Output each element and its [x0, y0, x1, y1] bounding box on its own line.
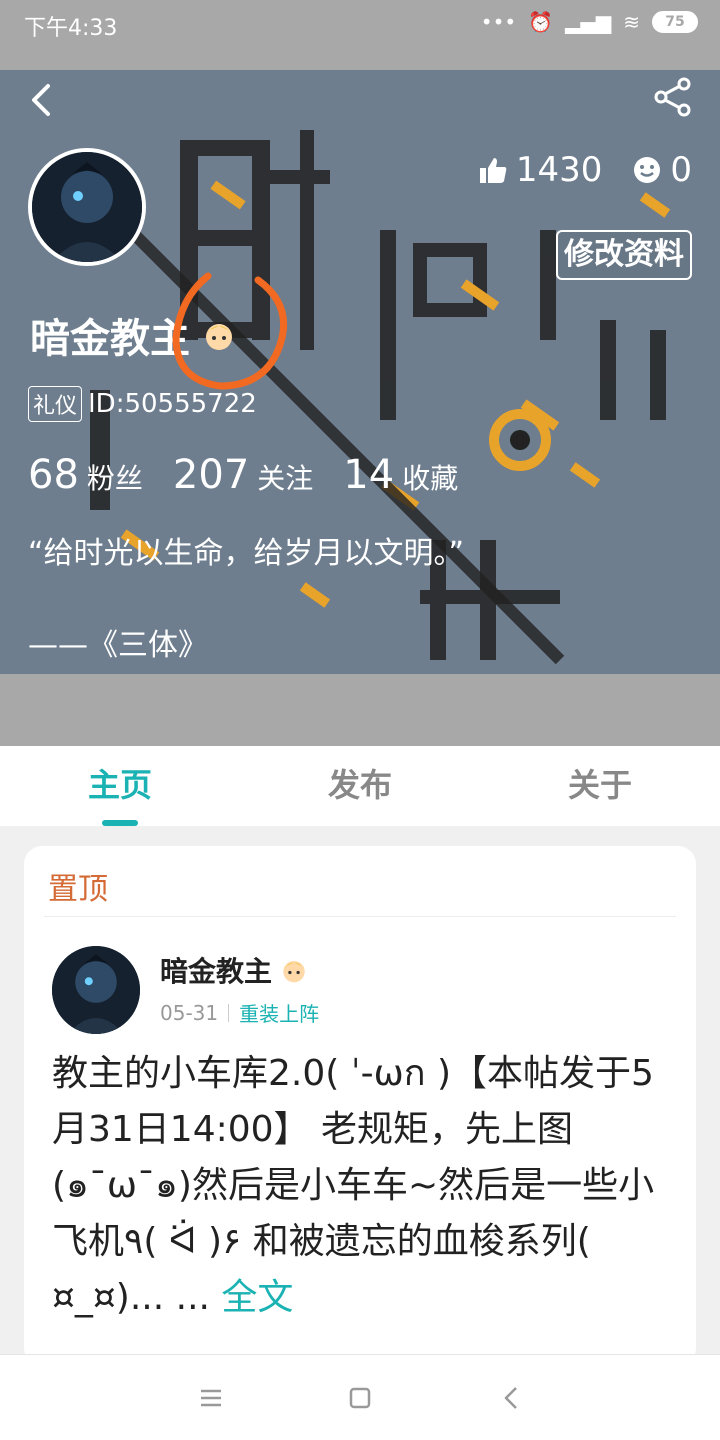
back-arrow-icon[interactable] — [22, 80, 62, 120]
annotation-circle — [172, 272, 288, 390]
favorites-stat[interactable]: 14 收藏 — [343, 452, 458, 498]
avatar[interactable] — [28, 148, 146, 266]
wifi-icon: ≋ — [623, 10, 640, 34]
more-dots-icon: ••• — [480, 10, 517, 34]
post-date: 05-31 — [160, 1000, 219, 1025]
edit-profile-button[interactable]: 修改资料 — [556, 230, 692, 280]
meta-separator — [228, 1003, 230, 1022]
signature-line-1: “给时光以生命，给岁月以文明。” — [28, 536, 465, 571]
avatar-image — [52, 946, 140, 1034]
username: 暗金教主 — [30, 316, 190, 362]
share-icon[interactable] — [652, 76, 694, 118]
user-tag: 礼仪 — [28, 386, 83, 422]
user-id: ID:50555722 — [88, 389, 257, 419]
favorites-count: 14 — [343, 452, 395, 498]
follow-counts: 68 粉丝 207 关注 14 收藏 — [28, 452, 458, 498]
avatar-image — [32, 152, 142, 262]
cover-bottom-band — [0, 674, 720, 746]
post-excerpt[interactable]: 教主的小车库2.0( ˈ-ωก )【本帖发于5月31日14:00】 老规矩，先上… — [52, 1046, 672, 1326]
status-time: 下午4:33 — [24, 16, 118, 41]
status-bar: 下午4:33 ••• ⏰ ▂▄▆ ≋ 75 — [0, 0, 720, 70]
fans-count: 68 — [28, 452, 79, 498]
likes-count: 1430 — [515, 150, 603, 190]
tab-about[interactable]: 关于 — [480, 746, 720, 826]
post-author-avatar[interactable] — [52, 946, 140, 1034]
tab-posts[interactable]: 发布 — [240, 746, 480, 826]
back-triangle-icon[interactable] — [494, 1381, 528, 1415]
fans-label: 粉丝 — [86, 462, 143, 495]
following-count: 207 — [172, 452, 250, 498]
following-label: 关注 — [257, 462, 314, 495]
signal-icon: ▂▄▆ — [565, 10, 612, 34]
status-icons: ••• ⏰ ▂▄▆ ≋ 75 — [481, 10, 698, 34]
likes-stat[interactable]: 1430 — [478, 150, 603, 190]
home-square-icon[interactable] — [343, 1381, 377, 1415]
read-more-link[interactable]: 全文 — [221, 1277, 293, 1318]
following-stat[interactable]: 207 关注 — [173, 452, 313, 498]
id-row: 礼仪 ID:50555722 — [28, 386, 257, 422]
profile-tabs: 主页 发布 关于 — [0, 746, 720, 826]
smiles-stat[interactable]: 0 — [632, 150, 692, 190]
smiles-count: 0 — [670, 150, 692, 190]
fans-stat[interactable]: 68 粉丝 — [28, 452, 143, 498]
menu-icon[interactable] — [194, 1381, 228, 1415]
favorites-label: 收藏 — [402, 462, 459, 495]
signature-line-2: ——《三体》 — [28, 628, 208, 663]
post-meta: 05-31 重装上阵 — [160, 998, 319, 1027]
tab-home[interactable]: 主页 — [0, 746, 240, 826]
post-author-row: 暗金教主 — [160, 950, 308, 990]
post-category[interactable]: 重装上阵 — [239, 998, 319, 1027]
smile-icon — [634, 157, 661, 183]
system-nav-bar — [0, 1354, 720, 1440]
card-divider — [44, 916, 676, 917]
alarm-icon: ⏰ — [528, 10, 554, 34]
battery-indicator: 75 — [652, 11, 698, 33]
post-text: 教主的小车库2.0( ˈ-ωก )【本帖发于5月31日14:00】 老规矩，先上… — [52, 1053, 655, 1318]
pinned-label: 置顶 — [48, 872, 108, 907]
pinned-post-card[interactable]: 置顶 暗金教主 05-31 重装上阵 教主的小车库2.0( ˈ-ωก )【本帖发… — [24, 846, 696, 1366]
level-badge-icon — [283, 960, 305, 983]
thumbs-up-icon — [479, 158, 507, 183]
post-author-name[interactable]: 暗金教主 — [160, 950, 272, 990]
reaction-stats: 1430 0 — [478, 150, 692, 190]
